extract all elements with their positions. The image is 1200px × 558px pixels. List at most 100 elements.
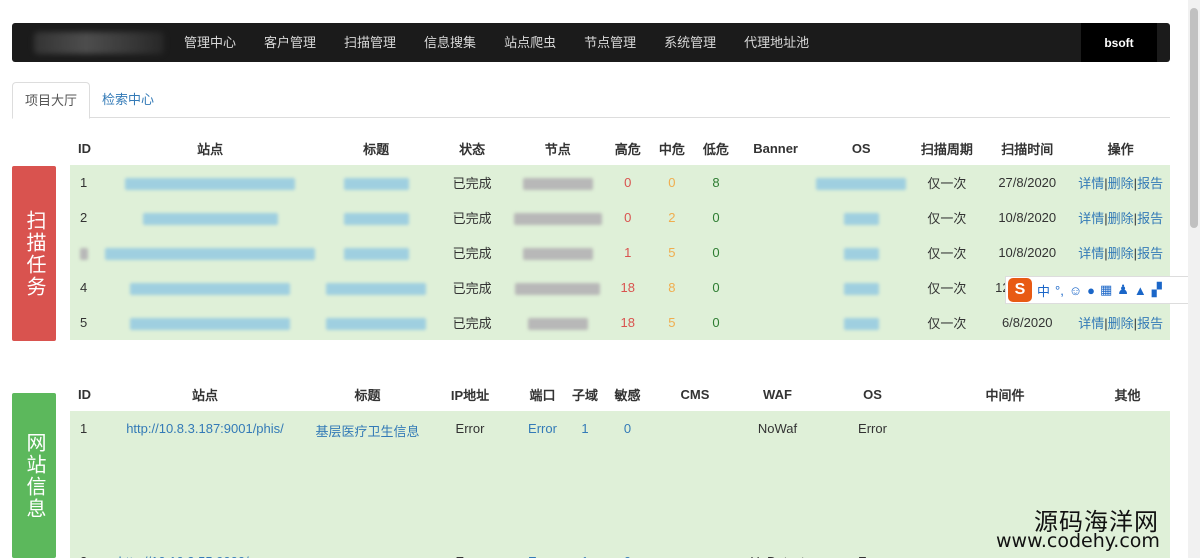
- cell-title-redacted: [319, 235, 433, 270]
- redacted-bar: [816, 177, 907, 190]
- redacted-bar: [343, 247, 409, 260]
- report-link[interactable]: 报告: [1137, 211, 1163, 226]
- col-title: 标题: [354, 388, 381, 403]
- scan-tasks-table: ID 站点 标题 状态 节点 高危 中危 低危 Banner OS 扫描周期 扫…: [70, 132, 1170, 340]
- report-link[interactable]: 报告: [1137, 176, 1163, 191]
- cell-cycle: 仅一次: [927, 176, 967, 191]
- report-link[interactable]: 报告: [1137, 316, 1163, 331]
- nav-item-customers[interactable]: 客户管理: [250, 23, 330, 62]
- cell-os-redacted: [812, 235, 911, 270]
- nav-item-scan-management[interactable]: 扫描管理: [330, 23, 410, 62]
- nav-item-proxy-pool[interactable]: 代理地址池: [730, 23, 823, 62]
- nav-item-system-management[interactable]: 系统管理: [650, 23, 730, 62]
- delete-link[interactable]: 删除: [1108, 211, 1134, 226]
- user-menu[interactable]: bsoft: [1081, 23, 1157, 62]
- cell-port[interactable]: Error: [515, 546, 570, 558]
- emoji-icon[interactable]: ☺: [1069, 283, 1082, 298]
- cell-os: Error: [858, 421, 887, 436]
- ime-lang-toggle[interactable]: 中: [1037, 281, 1050, 300]
- cell-waf: NoWaf: [757, 421, 798, 436]
- cell-banner: [739, 305, 812, 340]
- delete-link[interactable]: 删除: [1108, 176, 1134, 191]
- cell-banner: [739, 270, 812, 305]
- table-row: 2 已完成 0 2 0 仅一次 10/8/2020 详情|删除|报告: [70, 200, 1170, 235]
- cell-id: 4: [80, 280, 88, 295]
- cell-site-url[interactable]: http://10.10.3.55:9000/ecs-ser: [100, 546, 310, 558]
- nav-item-node-management[interactable]: 节点管理: [570, 23, 650, 62]
- cell-low: 0: [712, 280, 720, 295]
- sogou-logo-icon[interactable]: S: [1008, 278, 1032, 302]
- col-sensitive: 敏感: [614, 388, 641, 403]
- cell-time: 6/8/2020: [1001, 315, 1053, 330]
- detail-link[interactable]: 详情: [1078, 246, 1104, 261]
- cell-os-redacted: [812, 165, 911, 200]
- col-actions: 操作: [1107, 142, 1134, 157]
- cell-subdomain[interactable]: 1: [570, 546, 600, 558]
- cell-low: 0: [712, 210, 720, 225]
- cell-high: 18: [620, 315, 635, 330]
- page-scrollbar[interactable]: [1188, 0, 1200, 558]
- cell-title-redacted: [319, 270, 433, 305]
- microphone-icon[interactable]: ●: [1087, 283, 1095, 298]
- ime-punct-toggle[interactable]: °,: [1055, 283, 1064, 298]
- cell-actions: 详情|删除|报告: [1071, 165, 1170, 200]
- redacted-bar: [343, 212, 409, 225]
- cell-site-title[interactable]: 基层医疗卫生信息: [310, 411, 425, 546]
- grid-menu-icon[interactable]: ▞: [1152, 282, 1162, 298]
- cell-time: 10/8/2020: [998, 210, 1057, 225]
- redacted-bar: [843, 247, 879, 260]
- detail-link[interactable]: 详情: [1078, 211, 1104, 226]
- tab-project-hall[interactable]: 项目大厅: [12, 82, 91, 119]
- report-link[interactable]: 报告: [1137, 246, 1163, 261]
- nav-item-site-crawler[interactable]: 站点爬虫: [490, 23, 570, 62]
- keyboard-icon[interactable]: ▦: [1100, 282, 1112, 298]
- cell-low: 0: [712, 315, 720, 330]
- cell-cycle: 仅一次: [927, 281, 967, 296]
- redacted-bar: [142, 212, 278, 225]
- tab-search-center[interactable]: 检索中心: [90, 82, 166, 118]
- table-header-row: ID 站点 标题 IP地址 端口 子域 敏感 CMS WAF OS 中间件 其他: [70, 378, 1170, 411]
- col-cycle: 扫描周期: [920, 142, 973, 157]
- scan-tasks-label-text: 扫描任务: [23, 209, 45, 298]
- cell-mid: 5: [668, 245, 676, 260]
- detail-link[interactable]: 详情: [1078, 176, 1104, 191]
- col-site: 站点: [197, 142, 224, 157]
- cell-sensitive[interactable]: 0: [600, 546, 655, 558]
- user-icon[interactable]: ♟: [1117, 282, 1129, 298]
- table-row: 1 已完成 0 0 8 仅一次 27/8/2020 详情|删除|报告: [70, 165, 1170, 200]
- cell-low: 8: [712, 175, 720, 190]
- cell-port[interactable]: Error: [515, 411, 570, 546]
- nav-item-admin-center[interactable]: 管理中心: [184, 23, 250, 62]
- detail-link[interactable]: 详情: [1078, 316, 1104, 331]
- cell-cycle: 仅一次: [927, 211, 967, 226]
- delete-link[interactable]: 删除: [1108, 316, 1134, 331]
- cell-site-url[interactable]: http://10.8.3.187:9001/phis/: [100, 411, 310, 546]
- cell-time: 10/8/2020: [998, 245, 1057, 260]
- tab-bar: 项目大厅 检索中心: [12, 82, 1170, 119]
- table-row: 已完成 1 5 0 仅一次 10/8/2020 详情|删除|报告: [70, 235, 1170, 270]
- cell-node-redacted: [511, 270, 604, 305]
- table-row: 1 http://10.8.3.187:9001/phis/ 基层医疗卫生信息 …: [70, 411, 1170, 546]
- col-high: 高危: [614, 142, 641, 157]
- redacted-bar: [130, 282, 291, 295]
- brand-logo[interactable]: [12, 23, 164, 62]
- cell-subdomain[interactable]: 1: [570, 411, 600, 546]
- cell-sensitive[interactable]: 0: [600, 411, 655, 546]
- col-id: ID: [78, 141, 91, 156]
- cell-id: 1: [80, 421, 88, 436]
- scrollbar-thumb[interactable]: [1190, 8, 1198, 228]
- cell-high: 0: [624, 175, 632, 190]
- delete-link[interactable]: 删除: [1108, 246, 1134, 261]
- cell-os-redacted: [812, 305, 911, 340]
- cell-actions: 详情|删除|报告: [1071, 305, 1170, 340]
- cell-status: 已完成: [452, 246, 492, 261]
- redacted-bar: [80, 247, 88, 260]
- redacted-bar: [515, 282, 601, 295]
- cell-site-redacted: [101, 305, 319, 340]
- cell-site-title[interactable]: [310, 546, 425, 558]
- cell-id: 2: [70, 546, 100, 558]
- redacted-bar: [522, 177, 593, 190]
- cell-mid: 8: [668, 280, 676, 295]
- nav-item-info-gathering[interactable]: 信息搜集: [410, 23, 490, 62]
- skin-icon[interactable]: ▲: [1134, 283, 1147, 298]
